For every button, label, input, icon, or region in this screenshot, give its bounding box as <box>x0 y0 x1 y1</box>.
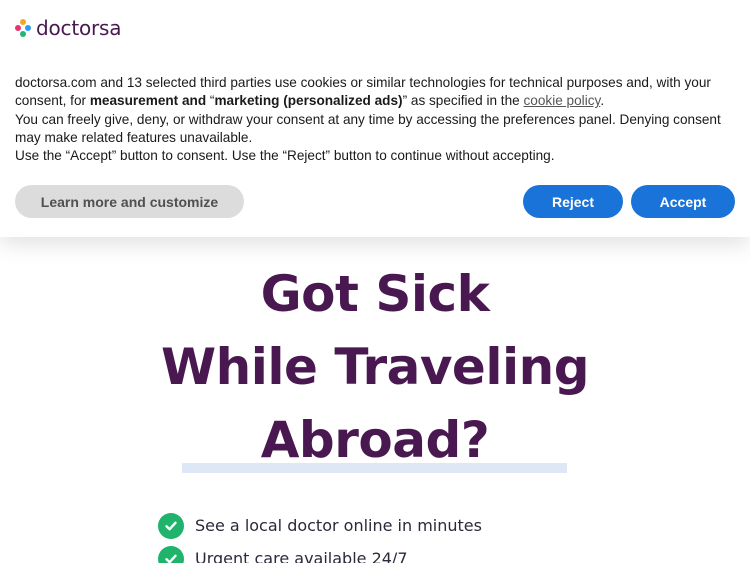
logo-text: doctorsa <box>36 16 122 40</box>
cookie-policy-link[interactable]: cookie policy <box>523 93 600 108</box>
reject-button[interactable]: Reject <box>523 185 623 218</box>
check-circle-icon <box>158 512 184 539</box>
cookie-notice-text: doctorsa.com and 13 selected third parti… <box>15 74 735 165</box>
notice-bold-text: marketing (personalized ads) <box>214 93 403 109</box>
check-circle-icon <box>158 545 184 563</box>
logo-dot <box>25 25 31 31</box>
logo-dots-icon <box>15 19 31 37</box>
feature-item: Urgent care available 24/7 <box>158 542 482 563</box>
cookie-notice-paragraph-3: Use the “Accept” button to consent. Use … <box>15 148 555 164</box>
feature-text: See a local doctor online in minutes <box>195 516 482 535</box>
cookie-notice-paragraph-1: doctorsa.com and 13 selected third parti… <box>15 74 735 111</box>
feature-text: Urgent care available 24/7 <box>195 549 408 563</box>
cookie-consent-banner: doctorsa doctorsa.com and 13 selected th… <box>0 0 750 237</box>
logo-dot <box>15 25 21 31</box>
notice-text: ” as specified in the <box>402 93 524 109</box>
hero-title-underline <box>182 463 567 473</box>
hero-title: Got Sick While Traveling Abroad? <box>0 258 750 477</box>
hero-title-line-1: Got Sick <box>260 265 490 323</box>
site-logo[interactable]: doctorsa <box>15 16 122 40</box>
feature-list: See a local doctor online in minutes Urg… <box>158 509 482 563</box>
notice-text: . <box>600 93 605 109</box>
hero-title-line-2: While Traveling <box>160 338 590 396</box>
logo-dot <box>20 31 26 37</box>
accept-button[interactable]: Accept <box>631 185 735 218</box>
cookie-notice-paragraph-2: You can freely give, deny, or withdraw y… <box>15 111 721 145</box>
logo-dot <box>20 19 26 25</box>
feature-item: See a local doctor online in minutes <box>158 509 482 542</box>
notice-bold-text: measurement and <box>89 93 207 109</box>
learn-more-customize-button[interactable]: Learn more and customize <box>15 185 244 218</box>
